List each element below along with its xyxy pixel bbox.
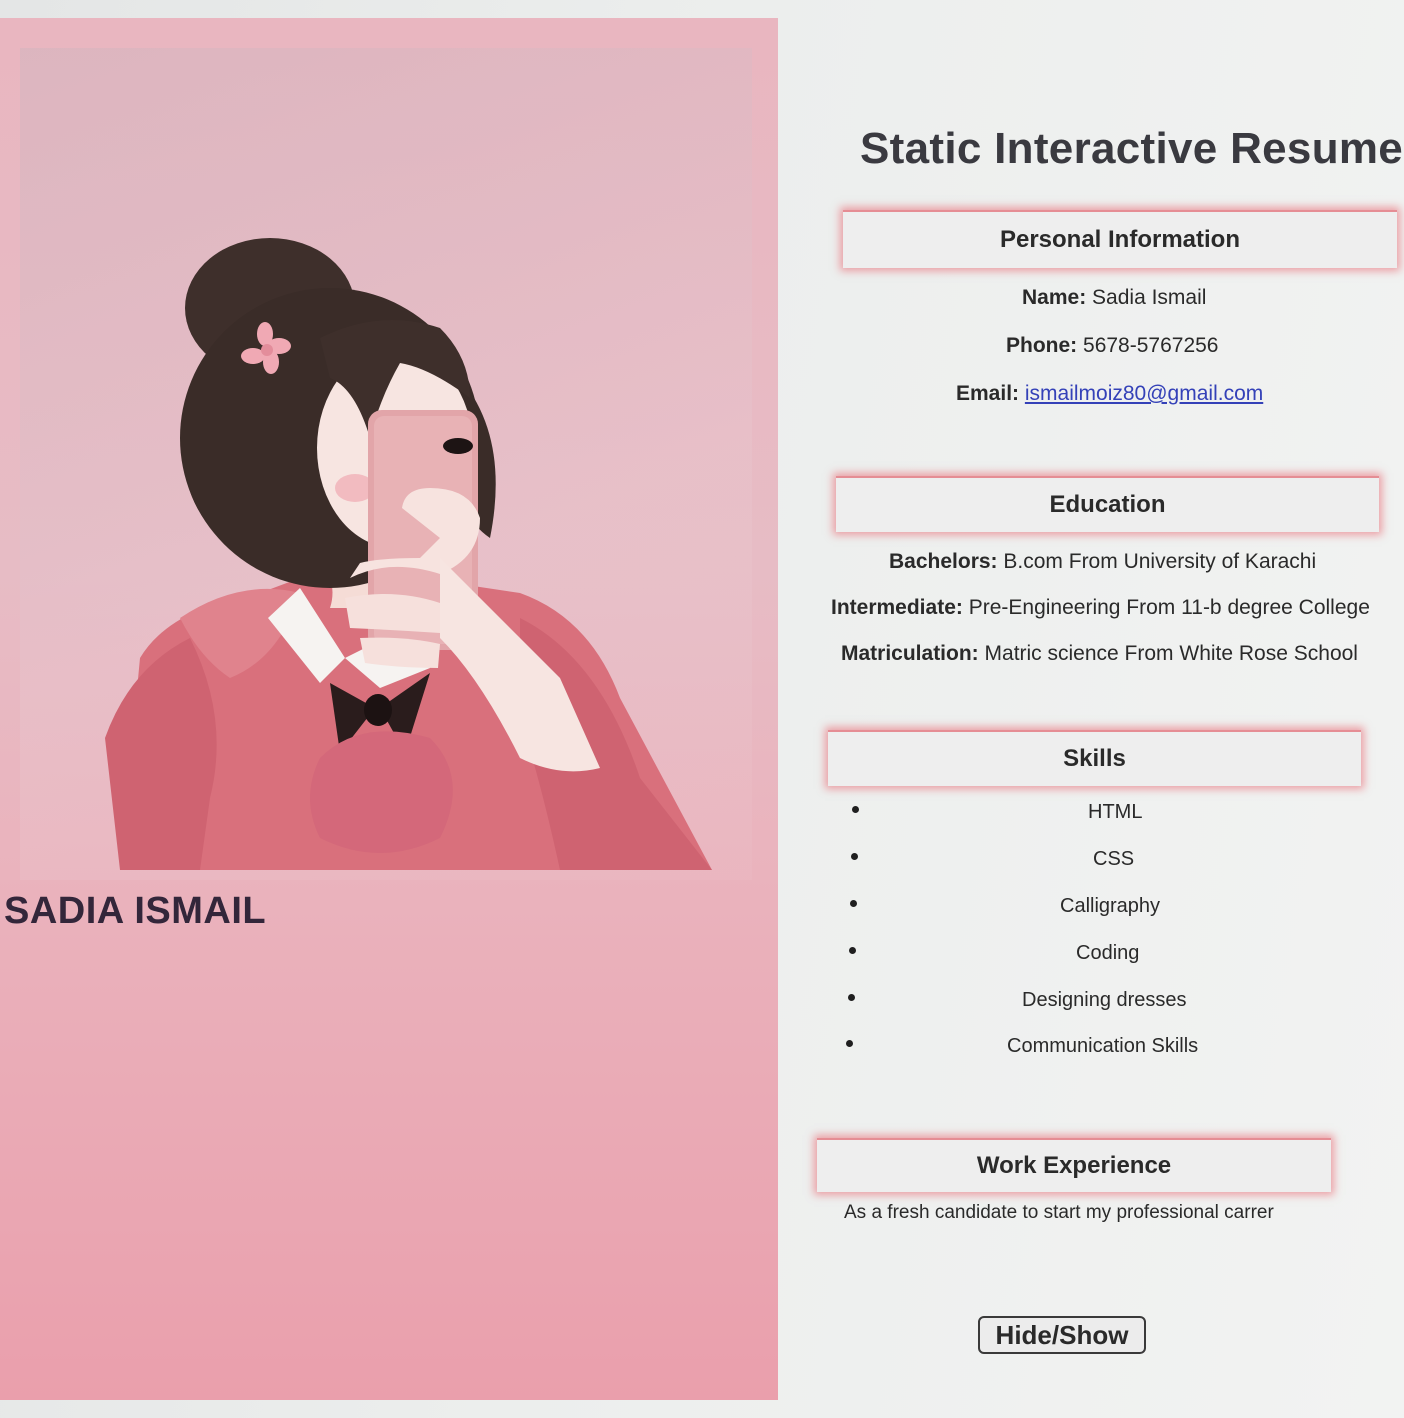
skill-label: HTML [1088,801,1143,823]
education-item: Matriculation: Matric science From White… [841,642,1358,666]
education-item-label: Matriculation: [841,642,979,665]
bullet-icon [851,853,858,860]
bullet-icon [852,806,859,813]
info-email: Email: ismailmoiz80@gmail.com [956,382,1263,406]
skill-label: Calligraphy [1060,895,1161,917]
work-experience-text: As a fresh candidate to start my profess… [844,1202,1274,1223]
education-item-label: Intermediate: [831,596,963,619]
education-item: Intermediate: Pre-Engineering From 11-b … [831,596,1370,620]
info-email-label: Email: [956,382,1020,405]
info-name-value: Sadia Ismail [1092,286,1207,309]
bullet-icon [846,1040,853,1047]
skill-label: Communication Skills [1007,1035,1199,1057]
info-name-label: Name: [1022,286,1087,309]
skill-label: Coding [1076,942,1140,964]
education-item-value: Pre-Engineering From 11-b degree College [968,596,1370,619]
bullet-icon [849,947,856,954]
info-phone-value: 5678-5767256 [1083,334,1219,357]
section-header-personal-info: Personal Information [843,210,1397,268]
section-header-education: Education [836,476,1379,532]
page-title: Static Interactive Resume [860,124,1404,173]
info-name: Name: Sadia Ismail [1022,286,1206,310]
email-link[interactable]: ismailmoiz80@gmail.com [1025,382,1263,405]
info-phone: Phone: 5678-5767256 [1006,334,1218,358]
education-item-value: B.com From University of Karachi [1003,550,1317,573]
info-phone-label: Phone: [1006,334,1078,357]
hide-show-button[interactable]: Hide/Show [978,1316,1146,1354]
profile-illustration [0,18,712,870]
profile-name: SADIA ISMAIL [4,890,267,932]
education-item-label: Bachelors: [889,550,998,573]
bullet-icon [848,994,855,1001]
skill-label: Designing dresses [1022,989,1187,1011]
bullet-icon [850,900,857,907]
profile-panel: SADIA ISMAIL [0,18,778,1400]
section-header-work-experience: Work Experience [817,1138,1331,1192]
skill-label: CSS [1093,848,1135,870]
education-item-value: Matric science From White Rose School [984,642,1358,665]
education-item: Bachelors: B.com From University of Kara… [889,550,1316,574]
section-header-skills: Skills [828,730,1361,786]
